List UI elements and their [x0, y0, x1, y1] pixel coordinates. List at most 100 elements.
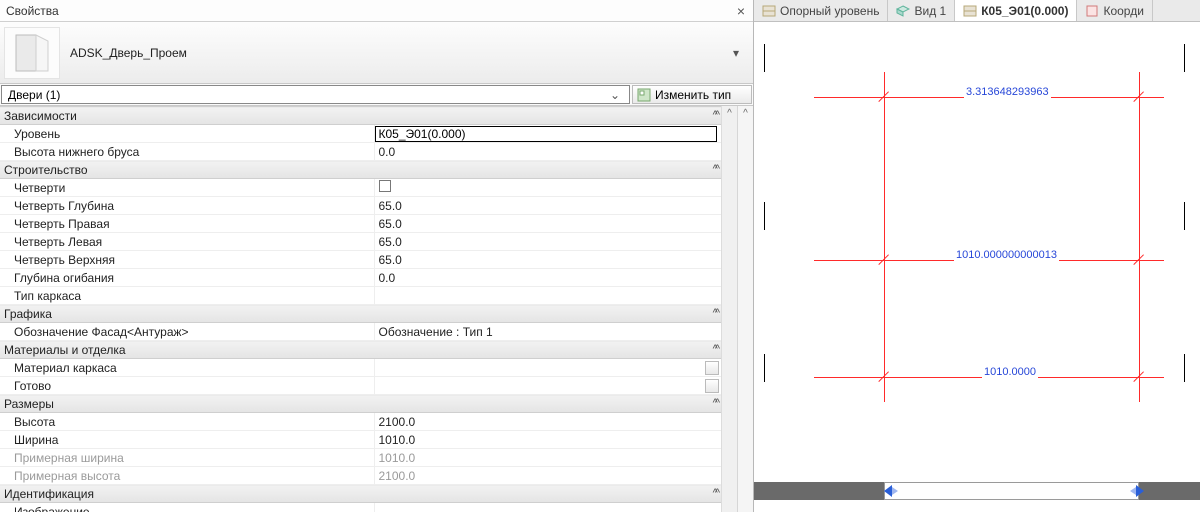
wall-segment[interactable] — [1139, 482, 1200, 500]
param-value[interactable]: 65.0 — [374, 215, 721, 233]
param-row-quarters[interactable]: Четверти — [0, 179, 721, 197]
param-value[interactable]: 65.0 — [374, 251, 721, 269]
filter-row: Двери (1) ⌄ Изменить тип — [0, 84, 753, 106]
param-row-approx-width: Примерная ширина 1010.0 — [0, 449, 721, 467]
param-row-height[interactable]: Высота 2100.0 — [0, 413, 721, 431]
param-row-wrap-depth[interactable]: Глубина огибания 0.0 — [0, 269, 721, 287]
wall-segment[interactable] — [754, 482, 884, 500]
collapse-icon[interactable]: ^^ — [713, 109, 721, 121]
chevron-down-icon[interactable]: ▾ — [723, 46, 749, 60]
axis-tick — [764, 44, 765, 72]
material-picker-button[interactable] — [705, 379, 719, 393]
param-value: 1010.0 — [374, 449, 721, 467]
param-row-sill-height[interactable]: Высота нижнего бруса 0.0 — [0, 143, 721, 161]
param-value[interactable]: 65.0 — [374, 197, 721, 215]
tab-coord[interactable]: Коорди — [1077, 0, 1152, 21]
group-identification[interactable]: Идентификация^^ — [0, 485, 721, 503]
param-value[interactable]: Обозначение : Тип 1 — [374, 323, 721, 341]
floorplan-icon — [762, 5, 776, 17]
dimension-tick — [877, 90, 891, 104]
param-label: Изображение — [0, 503, 374, 512]
properties-panel: Свойства × ADSK_Дверь_Проем ▾ Двери (1) … — [0, 0, 754, 512]
group-graphics[interactable]: Графика^^ — [0, 305, 721, 323]
door-opening[interactable] — [884, 482, 1139, 500]
param-value[interactable]: 0.0 — [374, 143, 721, 161]
param-label: Четверть Правая — [0, 215, 374, 233]
family-selector[interactable]: ADSK_Дверь_Проем ▾ — [0, 22, 753, 84]
param-value[interactable]: 0.0 — [374, 269, 721, 287]
param-row-width[interactable]: Ширина 1010.0 — [0, 431, 721, 449]
param-label: Высота — [0, 413, 374, 431]
dimension-witness — [884, 72, 885, 402]
collapse-icon[interactable]: ^^ — [713, 487, 721, 499]
param-label: Четверть Глубина — [0, 197, 374, 215]
chevron-down-icon[interactable]: ⌄ — [607, 88, 623, 102]
group-construction[interactable]: Строительство^^ — [0, 161, 721, 179]
category-filter[interactable]: Двери (1) ⌄ — [1, 85, 630, 104]
family-name: ADSK_Дверь_Проем — [60, 46, 187, 60]
param-row-quarter-right[interactable]: Четверть Правая 65.0 — [0, 215, 721, 233]
edit-type-icon — [637, 88, 651, 102]
dimension-tick — [1132, 253, 1146, 267]
close-icon[interactable]: × — [729, 3, 753, 19]
tab-label: Вид 1 — [914, 4, 946, 18]
material-picker-button[interactable] — [705, 361, 719, 375]
edit-type-button[interactable]: Изменить тип — [632, 85, 752, 104]
tab-label: Коорди — [1103, 4, 1143, 18]
param-value[interactable] — [374, 287, 721, 305]
collapse-icon[interactable]: ^^ — [713, 343, 721, 355]
param-row-quarter-left[interactable]: Четверть Левая 65.0 — [0, 233, 721, 251]
param-label: Высота нижнего бруса — [0, 143, 374, 161]
tab-label: Опорный уровень — [780, 4, 879, 18]
param-label: Ширина — [0, 431, 374, 449]
grid-scrollbar[interactable]: ^ — [721, 106, 737, 512]
dimension-value[interactable]: 3.313648293963 — [964, 86, 1051, 98]
quarters-checkbox[interactable] — [379, 180, 391, 192]
param-row-facade-tag[interactable]: Обозначение Фасад<Антураж> Обозначение :… — [0, 323, 721, 341]
flip-control-right[interactable] — [1130, 485, 1142, 497]
param-label: Примерная высота — [0, 467, 374, 485]
tab-ref-level[interactable]: Опорный уровень — [754, 0, 888, 21]
properties-grid: Зависимости^^ Уровень Высота нижнего бру… — [0, 106, 721, 512]
tab-k05[interactable]: К05_Э01(0.000) — [955, 0, 1077, 21]
param-value: 2100.0 — [374, 467, 721, 485]
panel-scrollbar[interactable]: ^ — [737, 106, 753, 512]
group-materials[interactable]: Материалы и отделка^^ — [0, 341, 721, 359]
view-area: Опорный уровень Вид 1 К05_Э01(0.000) Коо… — [754, 0, 1200, 512]
view3d-icon — [896, 5, 910, 17]
param-row-frame-material[interactable]: Материал каркаса — [0, 359, 721, 377]
param-row-level[interactable]: Уровень — [0, 125, 721, 143]
collapse-icon[interactable]: ^^ — [713, 307, 721, 319]
level-input[interactable] — [375, 126, 718, 142]
param-row-quarter-top[interactable]: Четверть Верхняя 65.0 — [0, 251, 721, 269]
scroll-up-icon[interactable]: ^ — [743, 106, 748, 121]
param-value[interactable]: 1010.0 — [374, 431, 721, 449]
sheet-icon — [1085, 5, 1099, 17]
collapse-icon[interactable]: ^^ — [713, 163, 721, 175]
dimension-tick — [1132, 90, 1146, 104]
properties-title: Свойства — [0, 4, 59, 18]
scroll-up-icon[interactable]: ^ — [727, 106, 732, 121]
drawing-canvas[interactable]: 3.313648293963 1010.000000000013 1010.00… — [754, 22, 1200, 512]
flip-control-left[interactable] — [884, 485, 896, 497]
dimension-value[interactable]: 1010.000000000013 — [954, 249, 1059, 261]
axis-tick — [1184, 354, 1185, 382]
floorplan-icon — [963, 5, 977, 17]
param-row-frame-type[interactable]: Тип каркаса — [0, 287, 721, 305]
collapse-icon[interactable]: ^^ — [713, 397, 721, 409]
param-value[interactable] — [374, 503, 721, 512]
param-row-finish[interactable]: Готово — [0, 377, 721, 395]
param-row-quarter-depth[interactable]: Четверть Глубина 65.0 — [0, 197, 721, 215]
dimension-value[interactable]: 1010.0000 — [982, 366, 1038, 378]
param-value[interactable]: 2100.0 — [374, 413, 721, 431]
tab-view1[interactable]: Вид 1 — [888, 0, 955, 21]
param-value[interactable]: 65.0 — [374, 233, 721, 251]
group-dimensions[interactable]: Размеры^^ — [0, 395, 721, 413]
param-label: Материал каркаса — [0, 359, 374, 377]
param-label: Четверти — [0, 179, 374, 197]
group-dependencies[interactable]: Зависимости^^ — [0, 107, 721, 125]
axis-tick — [764, 202, 765, 230]
properties-titlebar: Свойства × — [0, 0, 753, 22]
param-row-image[interactable]: Изображение — [0, 503, 721, 512]
tab-label: К05_Э01(0.000) — [981, 4, 1068, 18]
